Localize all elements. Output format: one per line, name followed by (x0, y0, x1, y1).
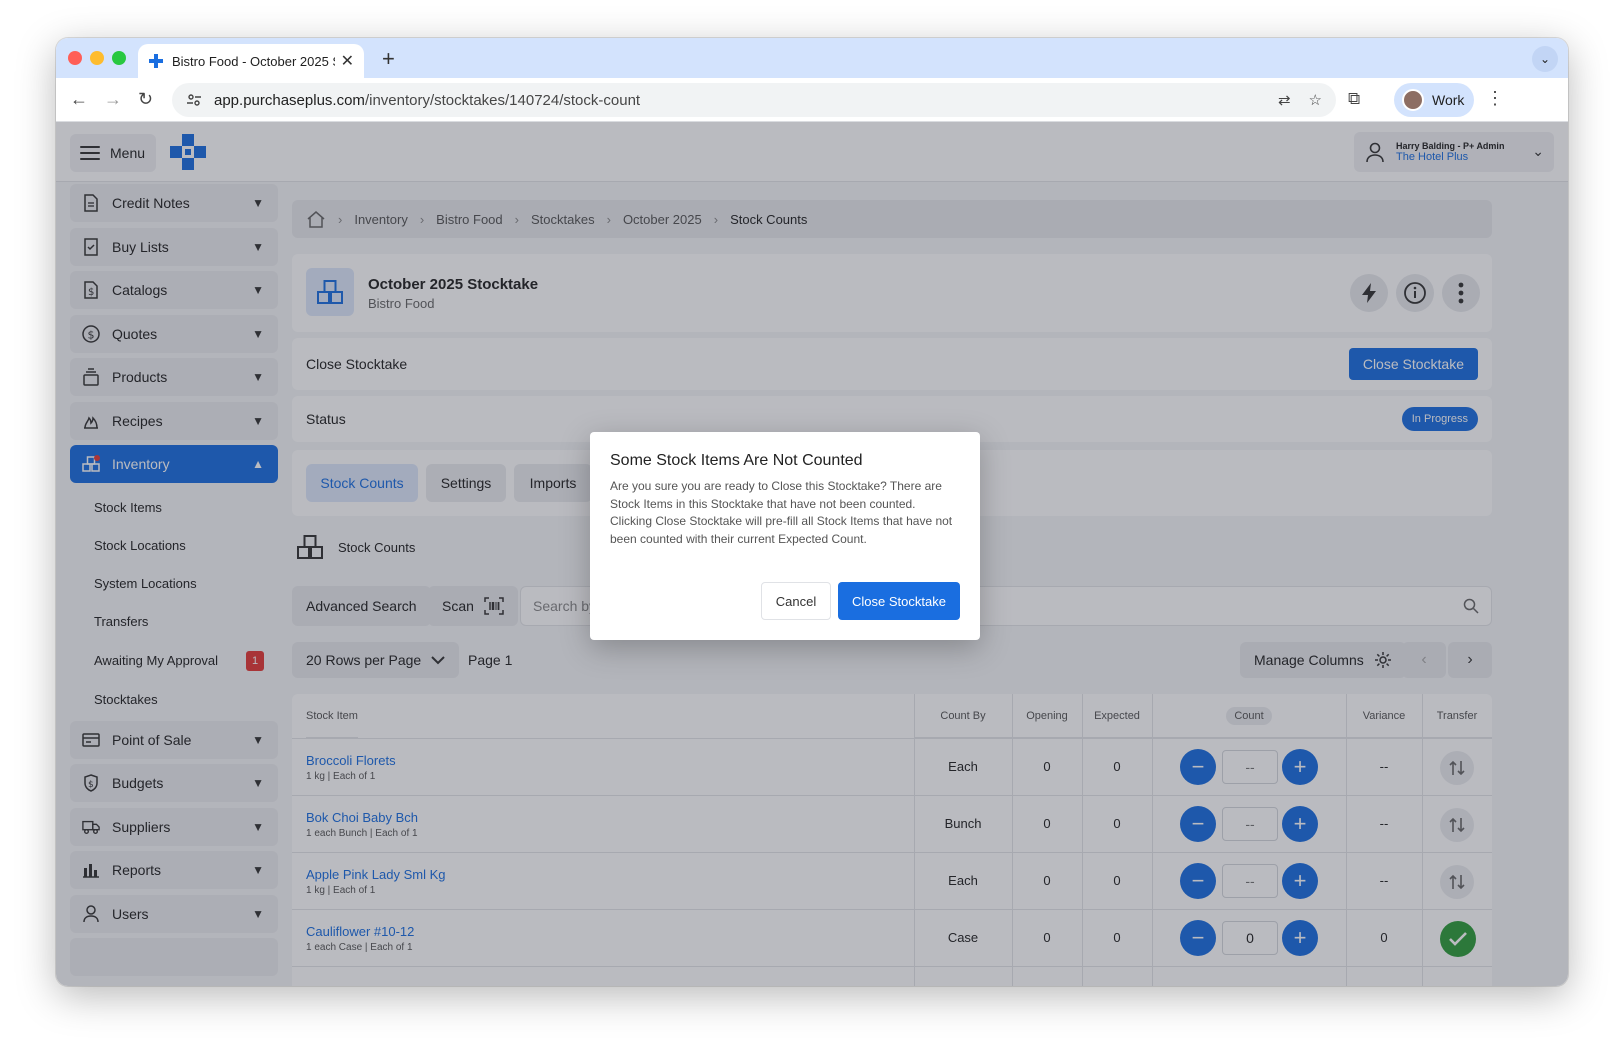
tab-title: Bistro Food - October 2025 S (172, 53, 335, 69)
browser-window: Bistro Food - October 2025 S ✕ + ⌄ ← → ↻… (56, 38, 1568, 986)
url-host: app.purchaseplus.com (214, 91, 365, 109)
maximize-window-button[interactable] (112, 51, 126, 65)
cancel-button[interactable]: Cancel (761, 582, 831, 620)
bookmark-star-icon[interactable]: ☆ (1309, 91, 1322, 109)
confirm-close-stocktake-button[interactable]: Close Stocktake (838, 582, 960, 620)
url-path: /inventory/stocktakes/140724/stock-count (364, 91, 641, 109)
profile-label: Work (1432, 92, 1465, 108)
app-root: Menu Harry Balding - P+ Admin The Hotel … (56, 122, 1568, 986)
reload-icon[interactable]: ↻ (138, 89, 153, 110)
address-bar[interactable]: app.purchaseplus.com/inventory/stocktake… (172, 83, 1336, 117)
forward-icon[interactable]: → (104, 89, 122, 110)
browser-tab[interactable]: Bistro Food - October 2025 S ✕ (138, 44, 364, 78)
dialog-message: Are you sure you are ready to Close this… (610, 479, 953, 546)
site-settings-icon[interactable] (186, 92, 202, 108)
profile-button[interactable]: Work (1394, 83, 1474, 117)
close-window-button[interactable] (68, 51, 82, 65)
tab-search-icon[interactable]: ⌄ (1532, 46, 1558, 72)
new-tab-icon[interactable]: + (382, 46, 395, 72)
confirm-close-dialog: Some Stock Items Are Not Counted Are you… (590, 432, 980, 640)
close-tab-icon[interactable]: ✕ (341, 51, 354, 71)
translate-icon[interactable]: ⇄ (1278, 91, 1291, 109)
minimize-window-button[interactable] (90, 51, 104, 65)
browser-tab-bar: Bistro Food - October 2025 S ✕ + ⌄ (56, 38, 1568, 78)
extensions-icon[interactable]: ⧉ (1348, 89, 1360, 109)
favicon-icon (149, 54, 163, 68)
back-icon[interactable]: ← (70, 89, 88, 110)
browser-menu-icon[interactable]: ⋮ (1486, 88, 1504, 109)
dialog-title: Some Stock Items Are Not Counted (610, 452, 863, 469)
browser-toolbar: ← → ↻ app.purchaseplus.com/inventory/sto… (56, 78, 1568, 122)
avatar (1402, 89, 1424, 111)
